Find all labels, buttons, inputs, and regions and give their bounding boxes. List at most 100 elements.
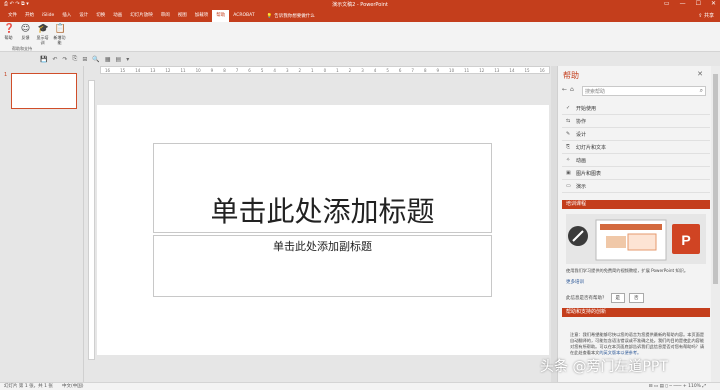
- slide-thumbnail-pane: 1: [0, 66, 84, 382]
- help-item-collaborate[interactable]: ⇆ 协作: [562, 115, 710, 128]
- home-icon[interactable]: ⌂: [570, 86, 574, 93]
- more-training-link[interactable]: 更多培训: [566, 279, 584, 285]
- tab-design[interactable]: 设计: [75, 10, 92, 22]
- share-button[interactable]: ⇪ 共享: [698, 12, 714, 19]
- help-item-label: 动画: [576, 157, 587, 164]
- customize-icon[interactable]: ▾: [126, 56, 129, 63]
- ruler-tick: 4: [273, 68, 276, 73]
- help-scrollbar[interactable]: [711, 66, 720, 382]
- ruler-tick: 14: [509, 68, 515, 73]
- ruler-tick: 1: [336, 68, 339, 73]
- scrollbar-thumb[interactable]: [713, 74, 718, 284]
- language-indicator[interactable]: 中文(中国): [62, 383, 84, 390]
- ruler-tick: 7: [235, 68, 239, 73]
- feedback-no-button[interactable]: 否: [629, 293, 644, 303]
- help-item-present[interactable]: ▭ 演示: [562, 180, 710, 193]
- back-icon[interactable]: ←: [562, 86, 567, 93]
- help-item-slides-text[interactable]: ⎘ 幻灯片和文本: [562, 141, 710, 154]
- ruler-tick: 3: [285, 68, 289, 73]
- help-item-design[interactable]: ✎ 设计: [562, 128, 710, 141]
- tab-addins[interactable]: 加载项: [191, 10, 213, 22]
- slide-canvas[interactable]: 单击此处添加标题 单击此处添加副标题: [97, 105, 549, 355]
- ruler-tick: 8: [223, 68, 226, 73]
- help-topic-list: ✓ 开始使用 ⇆ 协作 ✎ 设计 ⎘ 幻灯片和文本 ✧ 动画 ▣ 图片和图表 ▭ 演示: [562, 102, 710, 193]
- title-bar: ⎙ ↶ ↷ ⧉ ▾ 演示文稿2 - PowerPoint ▭ — ☐ ✕: [0, 0, 720, 10]
- help-pane: 帮助 ✕ ← ⌂ 搜索帮助 ⌕ ✓ 开始使用 ⇆ 协作 ✎ 设计 ⎘ 幻灯片和文本 ✧ 动…: [557, 66, 711, 382]
- slide-indicator: 幻灯片 第 1 张，共 1 张: [4, 384, 53, 389]
- tab-view[interactable]: 视图: [174, 10, 191, 22]
- ruler-tick: 10: [449, 68, 455, 73]
- training-header: 培训课程: [562, 200, 710, 209]
- table-icon[interactable]: ⊞: [82, 56, 87, 63]
- layout-icon[interactable]: ▤: [116, 56, 122, 63]
- tab-slideshow[interactable]: 幻灯片放映: [126, 10, 157, 22]
- ruler-tick: 9: [436, 68, 440, 73]
- window-controls: ▭ — ☐ ✕: [664, 0, 716, 7]
- tab-home[interactable]: 开始: [21, 10, 38, 22]
- help-item-label: 演示: [576, 183, 587, 190]
- search-icon[interactable]: ⌕: [700, 87, 703, 95]
- help-search-input[interactable]: 搜索帮助 ⌕: [582, 86, 706, 96]
- watermark: 头条 @旁门左道PPT: [540, 359, 668, 375]
- ruler-tick: 11: [464, 68, 470, 73]
- tell-me-label: 告诉我你想要做什么: [274, 14, 315, 19]
- svg-text:P: P: [681, 232, 690, 248]
- slide-thumbnail[interactable]: [11, 73, 77, 109]
- show-training-button[interactable]: 🎓 显示培训: [36, 24, 49, 45]
- zoom-icon[interactable]: 🔍: [92, 56, 99, 63]
- ruler-tick: 15: [120, 68, 126, 73]
- feedback-button[interactable]: ☺ 反馈: [19, 24, 32, 45]
- tab-review[interactable]: 审阅: [157, 10, 174, 22]
- feedback-yes-button[interactable]: 是: [610, 293, 625, 303]
- close-icon[interactable]: ✕: [697, 70, 703, 78]
- tab-islide[interactable]: iSlide: [38, 10, 58, 22]
- tab-file[interactable]: 文件: [4, 10, 21, 22]
- feedback-row: 此信息是否有帮助？ 是 否: [566, 293, 644, 303]
- help-item-get-started[interactable]: ✓ 开始使用: [562, 102, 710, 115]
- help-item-pictures-charts[interactable]: ▣ 图片和图表: [562, 167, 710, 180]
- close-button[interactable]: ✕: [711, 0, 716, 7]
- lightbulb-icon: 💡: [266, 13, 273, 19]
- help-item-label: 开始使用: [576, 105, 597, 112]
- ruler-tick: 7: [411, 68, 414, 73]
- subtitle-placeholder[interactable]: 单击此处添加副标题: [153, 235, 492, 297]
- checkmark-icon: ✓: [566, 105, 571, 111]
- training-video-thumbnail[interactable]: P: [566, 214, 706, 264]
- help-button[interactable]: ❓ 帮助: [2, 24, 15, 45]
- zoom-controls[interactable]: ⊟ ▭ ▤ ▯ ─ ─── + 110% ⤢: [649, 383, 706, 390]
- window-title: 演示文稿2 - PowerPoint: [332, 2, 388, 8]
- undo-icon[interactable]: ↶: [52, 56, 57, 63]
- help-item-animation[interactable]: ✧ 动画: [562, 154, 710, 167]
- tab-animations[interactable]: 动画: [109, 10, 126, 22]
- ribbon-display-icon[interactable]: ▭: [664, 0, 670, 7]
- ruler-tick: 8: [423, 68, 427, 73]
- grid-icon[interactable]: ▦: [105, 56, 111, 63]
- quick-toolbar-row: 💾 ↶ ↷ ⎘ ⊞ 🔍 ▦ ▤ ▾: [0, 52, 720, 66]
- ribbon-tabs: 文件 开始 iSlide 插入 设计 切换 动画 幻灯片放映 审阅 视图 加载项…: [0, 10, 720, 22]
- ruler-tick: 11: [180, 68, 186, 73]
- tab-insert[interactable]: 插入: [58, 10, 75, 22]
- animation-icon: ✧: [566, 157, 571, 163]
- copy-icon[interactable]: ⎘: [73, 55, 78, 63]
- maximize-button[interactable]: ☐: [696, 0, 701, 7]
- ruler-tick: 16: [539, 68, 545, 73]
- minimize-button[interactable]: —: [680, 0, 686, 7]
- training-icon: 🎓: [37, 24, 49, 34]
- slide-text-icon: ⎘: [566, 144, 571, 150]
- feedback-button-label: 反馈: [21, 35, 30, 40]
- tell-me-box[interactable]: 💡 告诉我你想要做什么: [266, 13, 315, 20]
- tab-transitions[interactable]: 切换: [92, 10, 109, 22]
- ruler-tick: 6: [248, 68, 251, 73]
- whats-new-button[interactable]: 📋 新增功能: [53, 24, 66, 45]
- redo-icon[interactable]: ↷: [63, 56, 68, 63]
- title-placeholder[interactable]: 单击此处添加标题: [153, 143, 492, 233]
- tab-acrobat[interactable]: ACROBAT: [229, 10, 258, 22]
- news-link[interactable]: 的英文版本以便参考。: [599, 350, 641, 355]
- ruler-tick: 12: [165, 68, 171, 73]
- ruler-tick: 0: [323, 68, 327, 73]
- ruler-tick: 3: [361, 68, 364, 73]
- tab-help[interactable]: 帮助: [212, 10, 230, 22]
- save-icon[interactable]: 💾: [40, 56, 47, 63]
- help-item-label: 设计: [576, 131, 587, 138]
- help-item-label: 幻灯片和文本: [576, 144, 607, 151]
